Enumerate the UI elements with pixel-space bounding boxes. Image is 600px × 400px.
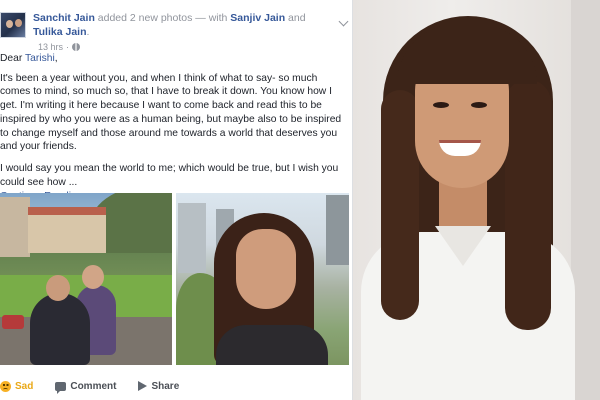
share-label: Share [151, 380, 180, 392]
and-text: and [285, 12, 306, 24]
facebook-post: Sanchit Jain added 2 new photos — with S… [0, 0, 353, 400]
mention-link[interactable]: Tarishi [25, 53, 55, 64]
sad-reaction-button[interactable]: Sad [0, 380, 34, 392]
post-header: Sanchit Jain added 2 new photos — with S… [0, 8, 353, 52]
post-actions-bar: Sad Comment Share [0, 375, 353, 397]
post-paragraph-1: It's been a year without you, and when I… [0, 72, 342, 153]
comment-icon [55, 381, 67, 394]
post-header-text: Sanchit Jain added 2 new photos — with S… [33, 11, 333, 39]
comment-button[interactable]: Comment [55, 380, 117, 394]
author-avatar[interactable] [0, 12, 26, 38]
portrait-photo [353, 0, 600, 400]
chevron-down-icon[interactable] [338, 16, 349, 27]
tagged-user-link-1[interactable]: Sanjiv Jain [230, 12, 285, 24]
share-icon [138, 381, 148, 391]
globe-icon[interactable] [72, 43, 81, 51]
post-paragraph-2: I would say you mean the world to me; wh… [0, 162, 339, 188]
post-body: Dear Tarishi, It's been a year without y… [0, 52, 350, 204]
post-photo-1[interactable] [0, 193, 172, 365]
tagged-user-link-2[interactable]: Tulika Jain [33, 26, 87, 38]
sad-label: Sad [15, 380, 34, 392]
author-name-link[interactable]: Sanchit Jain [33, 12, 95, 24]
meta-separator: · [66, 42, 70, 52]
post-meta: 13 hrs · [38, 42, 81, 52]
sad-icon [0, 380, 11, 392]
action-text: added 2 new photos — with [94, 12, 231, 24]
period-text: . [86, 26, 90, 38]
comment-label: Comment [70, 380, 117, 392]
post-photo-2[interactable] [176, 193, 349, 365]
share-button[interactable]: Share [138, 381, 179, 392]
post-timestamp[interactable]: 13 hrs [38, 42, 63, 52]
greeting: Dear Tarishi, [0, 53, 58, 64]
